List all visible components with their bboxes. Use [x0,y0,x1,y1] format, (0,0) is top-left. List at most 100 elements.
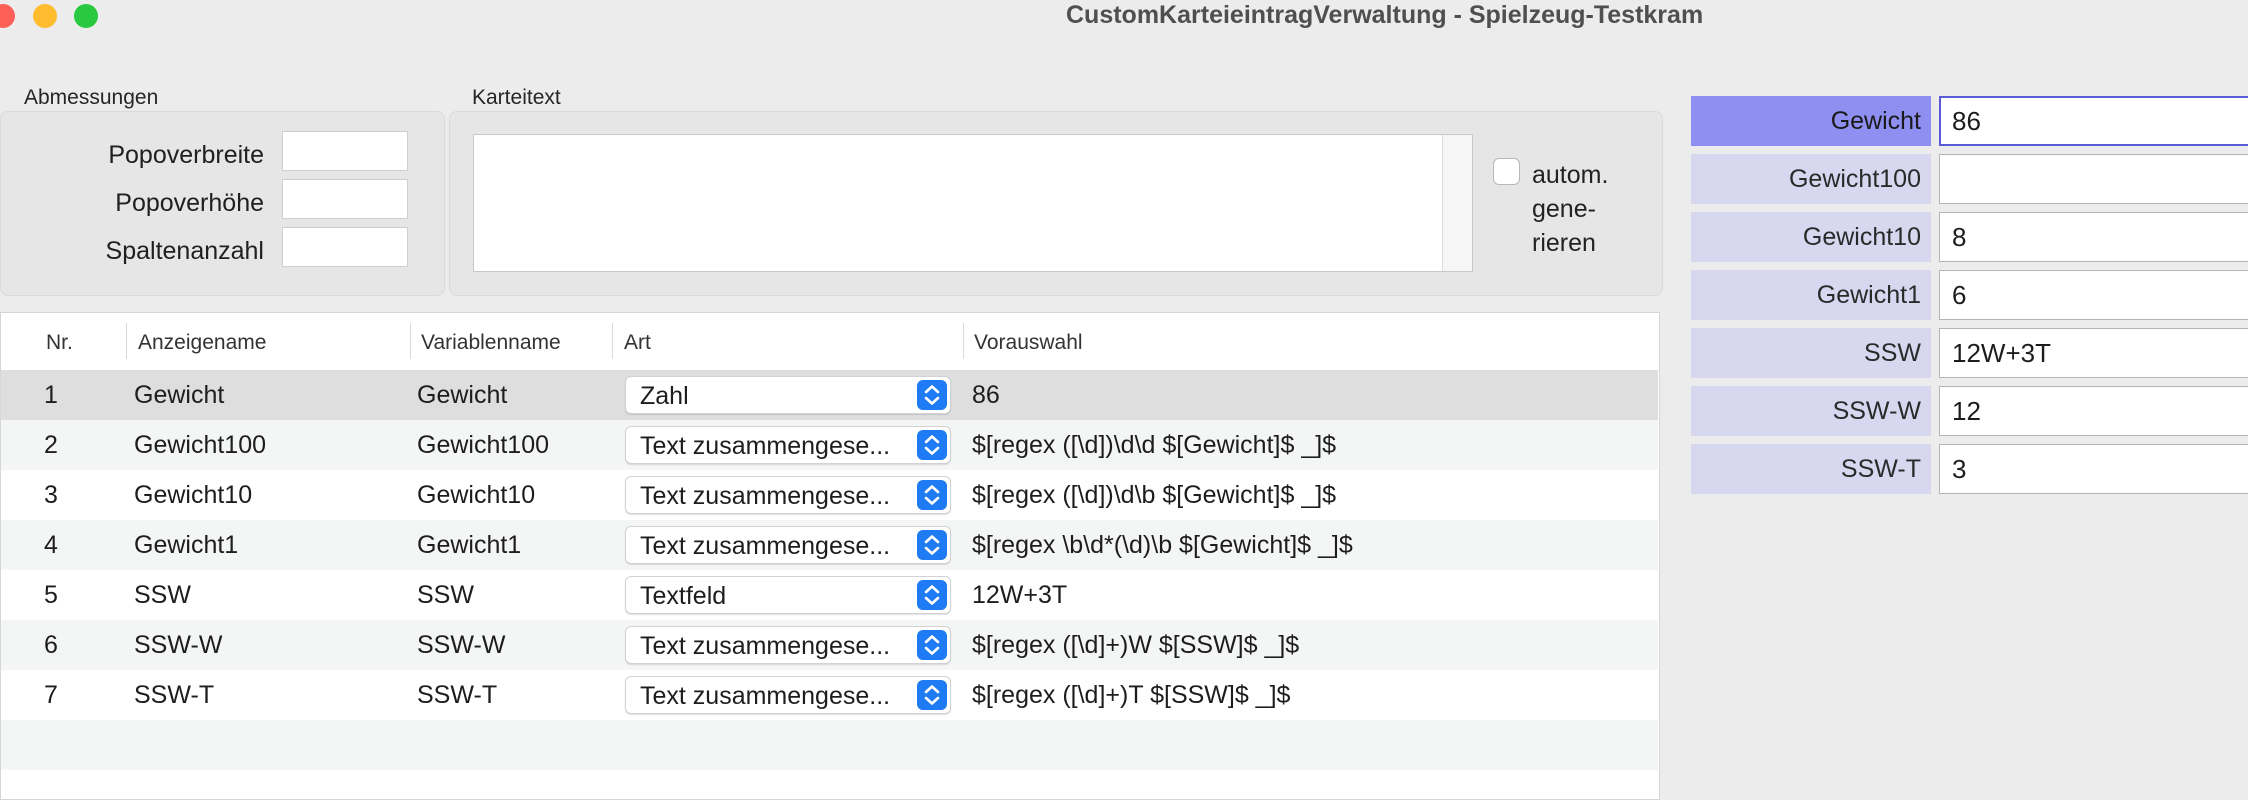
type-popup-button[interactable]: Text zusammengese... [625,626,951,664]
preview-field[interactable]: 3 [1939,444,2248,494]
variable-name-cell: Gewicht [417,381,508,409]
variable-name-cell: SSW-W [417,631,506,659]
karteitext-scrollbar[interactable] [1442,135,1472,271]
column-count-input[interactable] [282,227,408,267]
minimize-window-button[interactable] [33,4,57,28]
column-separator [126,323,127,359]
type-popup-value: Text zusammengese... [640,482,891,510]
display-name-cell: Gewicht [134,381,225,409]
row-number: 4 [44,531,58,559]
chevron-up-down-icon [917,580,947,610]
popover-width-input[interactable] [282,131,408,171]
chevron-up-down-icon [917,480,947,510]
table-row[interactable]: 2 Gewicht100 Gewicht100 Text zusammengese..… [1,420,1658,470]
preview-field[interactable] [1939,154,2248,204]
auto-generate-label-line-3: rieren [1532,229,1596,257]
preselection-cell: $[regex ([\d])\d\b $[Gewicht]$ _]$ [972,481,1337,509]
auto-generate-label-line-2: gene- [1532,195,1596,223]
row-number: 2 [44,431,58,459]
preview-label: Gewicht100 [1691,154,1931,204]
dimensions-group-label: Abmessungen [24,86,159,109]
type-popup-button[interactable]: Zahl [625,376,951,414]
row-number: 5 [44,581,58,609]
row-number: 6 [44,631,58,659]
preview-label: Gewicht1 [1691,270,1931,320]
display-name-cell: SSW-W [134,631,223,659]
column-separator [612,323,613,359]
display-name-cell: Gewicht10 [134,481,253,509]
table-row[interactable]: 4 Gewicht1 Gewicht1 Text zusammengese... $[r… [1,520,1658,570]
type-popup-button[interactable]: Text zusammengese... [625,476,951,514]
popover-height-input[interactable] [282,179,408,219]
column-header-nr[interactable]: Nr. [46,331,73,355]
preview-label: SSW [1691,328,1931,378]
variable-name-cell: SSW [417,581,474,609]
karteitext-group-label: Karteitext [472,86,561,109]
preselection-cell: $[regex ([\d])\d\d $[Gewicht]$ _]$ [972,431,1337,459]
display-name-cell: Gewicht1 [134,531,239,559]
chevron-up-down-icon [917,430,947,460]
column-header-display-name[interactable]: Anzeigename [138,331,266,355]
preview-label: Gewicht10 [1691,212,1931,262]
table-row[interactable]: 1 Gewicht Gewicht Zahl 86 [1,370,1658,420]
type-popup-button[interactable]: Text zusammengese... [625,426,951,464]
display-name-cell: Gewicht100 [134,431,267,459]
popover-height-label: Popoverhöhe [115,189,264,217]
preview-field[interactable]: 12 [1939,386,2248,436]
type-popup-value: Text zusammengese... [640,432,891,460]
karteitext-textarea[interactable] [473,134,1473,272]
preview-label: Gewicht [1691,96,1931,146]
type-popup-button[interactable]: Textfeld [625,576,951,614]
type-popup-button[interactable]: Text zusammengese... [625,526,951,564]
preview-field[interactable]: 12W+3T [1939,328,2248,378]
table-row[interactable]: 3 Gewicht10 Gewicht10 Text zusammengese... $… [1,470,1658,520]
auto-generate-label-line-1: autom. [1532,161,1609,189]
variable-name-cell: SSW-T [417,681,498,709]
row-number: 1 [44,381,58,409]
variable-name-cell: Gewicht1 [417,531,522,559]
preselection-cell: $[regex ([\d]+)W $[SSW]$ _]$ [972,631,1300,659]
row-number: 7 [44,681,58,709]
window-title: CustomKarteieintragVerwaltung - Spielzeu… [1066,1,1704,29]
variable-name-cell: Gewicht10 [417,481,536,509]
chevron-up-down-icon [917,630,947,660]
column-count-label: Spaltenanzahl [105,237,264,265]
table-row[interactable]: 7 SSW-T SSW-T Text zusammengese... $[regex (… [1,670,1658,720]
chevron-up-down-icon [917,380,947,410]
table-row-empty [1,720,1658,770]
column-header-preselection[interactable]: Vorauswahl [974,331,1083,355]
row-number: 3 [44,481,58,509]
preselection-cell: $[regex ([\d]+)T $[SSW]$ _]$ [972,681,1291,709]
type-popup-value: Textfeld [640,582,727,610]
popover-width-label: Popoverbreite [108,141,264,169]
variable-name-cell: Gewicht100 [417,431,550,459]
type-popup-value: Text zusammengese... [640,682,891,710]
zoom-window-button[interactable] [74,4,98,28]
preselection-cell: $[regex \b\d*(\d)\b $[Gewicht]$ _]$ [972,531,1353,559]
column-separator [963,323,964,359]
preselection-cell: 86 [972,381,1000,409]
preview-label: SSW-T [1691,444,1931,494]
chevron-up-down-icon [917,530,947,560]
type-popup-value: Text zusammengese... [640,532,891,560]
table-row[interactable]: 5 SSW SSW Textfeld 12W+3T [1,570,1658,620]
preview-field[interactable]: 6 [1939,270,2248,320]
type-popup-value: Zahl [640,382,689,410]
title-bar: CustomKarteieintragVerwaltung - Spielzeu… [0,0,2248,40]
preselection-cell: 12W+3T [972,581,1068,609]
preview-field[interactable]: 8 [1939,212,2248,262]
display-name-cell: SSW [134,581,191,609]
type-popup-button[interactable]: Text zusammengese... [625,676,951,714]
auto-generate-label: autom. gene- rieren [1532,158,1608,260]
table-row[interactable]: 6 SSW-W SSW-W Text zusammengese... $[regex (… [1,620,1658,670]
close-window-button[interactable] [0,4,15,28]
type-popup-value: Text zusammengese... [640,632,891,660]
auto-generate-checkbox[interactable] [1493,158,1520,185]
display-name-cell: SSW-T [134,681,215,709]
dimensions-panel: Popoverbreite Popoverhöhe Spaltenanzahl [0,111,445,296]
chevron-up-down-icon [917,680,947,710]
preview-field[interactable]: 86 [1939,96,2248,146]
column-header-variable-name[interactable]: Variablenname [421,331,561,355]
preview-label: SSW-W [1691,386,1931,436]
column-header-type[interactable]: Art [624,331,651,355]
